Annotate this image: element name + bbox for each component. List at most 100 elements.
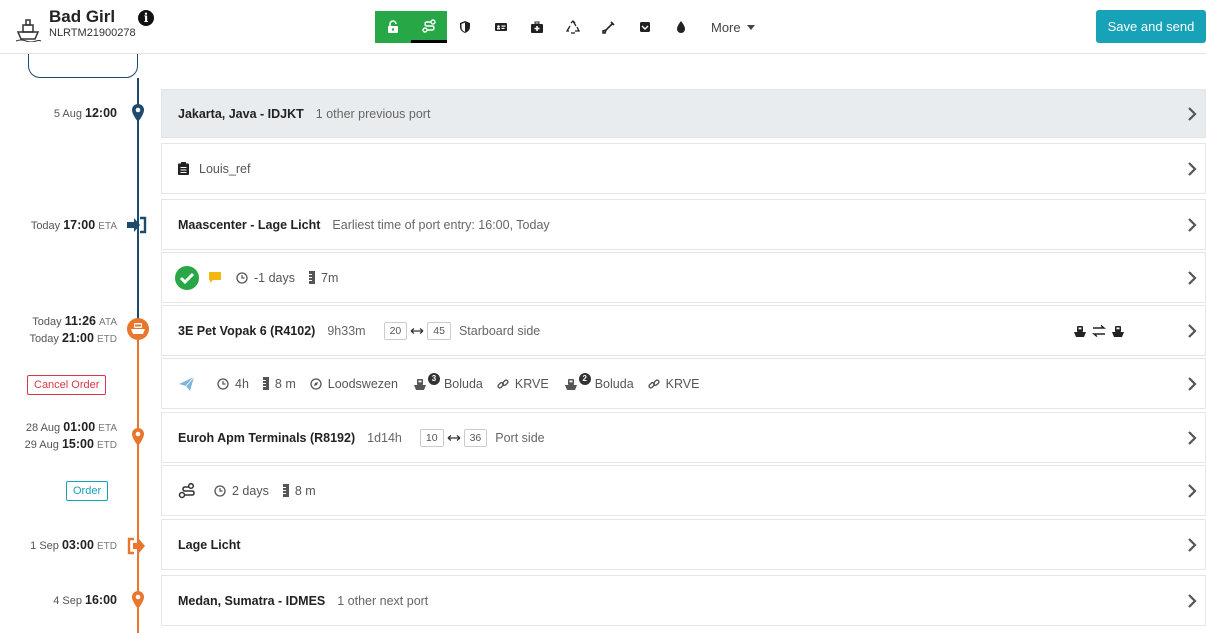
chevron-right-icon	[1188, 270, 1197, 285]
draft-icon	[282, 484, 289, 497]
header: Bad Girl NLRTM21900278 i More Save and s…	[0, 0, 1206, 54]
paper-plane-icon	[179, 376, 195, 391]
tug-transfer-indicator	[1072, 324, 1126, 338]
ship-id: NLRTM21900278	[49, 27, 136, 39]
compass-icon	[310, 377, 322, 390]
port-entry-details-row[interactable]: -1 days 7m	[161, 252, 1206, 303]
tug-icon	[1112, 325, 1124, 337]
medical-button[interactable]	[591, 11, 627, 43]
previous-port-title: Jakarta, Java - IDJKT	[178, 106, 304, 121]
more-label: More	[711, 19, 741, 35]
chevron-right-icon	[1188, 483, 1197, 498]
tug-badge: 3	[412, 372, 440, 391]
tug-service-1: 3 Boluda	[412, 372, 483, 391]
ship-berth-icon	[127, 318, 149, 340]
recycle-icon	[566, 20, 580, 34]
berth-1-side: Starboard side	[458, 323, 541, 338]
port-entry-row[interactable]: Maascenter - Lage Licht Earliest time of…	[161, 199, 1206, 250]
berth-2-title: Euroh Apm Terminals (R8192)	[178, 430, 356, 445]
berth-1-from-bollard: 20	[383, 321, 408, 340]
port-entry-title: Maascenter - Lage Licht	[178, 217, 321, 232]
exchange-icon	[1092, 324, 1106, 337]
route-icon	[178, 482, 195, 498]
reference-item: Louis_ref	[178, 162, 250, 176]
check-circle-icon	[175, 265, 199, 290]
clock-icon	[217, 377, 229, 390]
route-button[interactable]	[411, 11, 447, 43]
next-port-title: Medan, Sumatra - IDMES	[178, 593, 326, 608]
berth-1-services-row[interactable]: 4h 8 m Loodswezen 3 Boluda KRVE 2 Boluda…	[161, 358, 1206, 409]
berth-2-from-bollard: 10	[419, 428, 444, 447]
berth-2-services-duration: 2 days	[214, 484, 269, 498]
berth-2-services-draft: 8 m	[282, 484, 316, 498]
draft-icon	[262, 377, 269, 390]
sign-out-icon	[127, 537, 145, 555]
timeline-line-future	[137, 328, 139, 633]
sign-in-icon	[127, 216, 147, 234]
chevron-right-icon	[1188, 161, 1197, 176]
map-marker-icon	[132, 104, 144, 122]
berth-1-duration: 9h33m	[327, 323, 366, 338]
berth-2-services-row[interactable]: 2 days 8 m	[161, 465, 1206, 516]
id-card-icon	[495, 23, 507, 31]
order-button[interactable]: Order	[66, 481, 109, 501]
inbox-icon	[640, 22, 650, 32]
berth-2-side: Port side	[495, 430, 545, 445]
route-icon	[422, 18, 436, 33]
timeline-label-next-port: 4 Sep 16:00	[53, 593, 117, 607]
map-marker-icon	[132, 591, 144, 609]
toolbar: More	[375, 11, 755, 43]
berth-1-services-draft: 8 m	[262, 377, 296, 391]
chevron-right-icon	[1188, 537, 1197, 552]
chevron-right-icon	[1188, 323, 1197, 338]
security-button[interactable]	[447, 11, 483, 43]
next-port-row[interactable]: Medan, Sumatra - IDMES 1 other next port	[161, 575, 1206, 626]
berth-1-services-duration: 4h	[217, 377, 249, 391]
reference-text: Louis_ref	[199, 161, 251, 176]
berth-1-title: 3E Pet Vopak 6 (R4102)	[178, 323, 316, 338]
port-entry-sub: Earliest time of port entry: 16:00, Toda…	[332, 217, 550, 232]
chevron-right-icon	[1188, 217, 1197, 232]
ship-icon	[15, 19, 42, 42]
previous-port-sub: 1 other previous port	[315, 106, 431, 121]
ship-name: Bad Girl	[49, 7, 116, 26]
timeline-label-entry: Today 17:00 ETA	[30, 218, 117, 232]
clock-icon	[214, 484, 226, 497]
unlock-button[interactable]	[375, 11, 411, 43]
chevron-right-icon	[1188, 376, 1197, 391]
entry-duration: -1 days	[236, 271, 295, 285]
berth-1-to-bollard: 45	[427, 321, 451, 340]
timeline-label-berth2-arrival: 28 Aug 01:00 ETA	[25, 420, 117, 434]
save-and-send-button[interactable]: Save and send	[1096, 10, 1206, 43]
tug-badge: 2	[563, 372, 591, 391]
timeline-label-berth2-departure: 29 Aug 15:00 ETD	[24, 437, 117, 451]
info-icon[interactable]: i	[138, 10, 154, 26]
port-exit-title: Lage Licht	[178, 537, 241, 552]
stores-button[interactable]	[627, 11, 663, 43]
timeline-label-berth1-arrival: Today 11:26 ATA	[32, 314, 117, 328]
previous-port-row[interactable]: Jakarta, Java - IDJKT 1 other previous p…	[161, 89, 1206, 138]
bunker-button[interactable]	[663, 11, 699, 43]
timeline-label-exit: 1 Sep 03:00 ETD	[30, 538, 117, 552]
medkit-icon	[531, 21, 543, 33]
waste-button[interactable]	[555, 11, 591, 43]
reference-row[interactable]: Louis_ref	[161, 143, 1206, 194]
crew-button[interactable]	[483, 11, 519, 43]
cancel-order-button[interactable]: Cancel Order	[27, 375, 107, 395]
berth-visit-row-1[interactable]: 3E Pet Vopak 6 (R4102) 9h33m 20 45 Starb…	[161, 305, 1206, 356]
health-button[interactable]	[519, 11, 555, 43]
syringe-icon	[602, 21, 615, 34]
mooring-service-1: KRVE	[497, 377, 549, 391]
tug-icon	[413, 378, 426, 390]
port-exit-row[interactable]: Lage Licht	[161, 519, 1206, 570]
link-icon	[497, 378, 509, 389]
berth-2-duration: 1d14h	[367, 430, 402, 445]
berth-visit-row-2[interactable]: Euroh Apm Terminals (R8192) 1d14h 10 36 …	[161, 412, 1206, 463]
fire-icon	[677, 21, 685, 33]
comment-icon	[209, 272, 221, 283]
clock-icon	[236, 271, 248, 284]
tug-icon	[564, 378, 577, 390]
draft-icon	[309, 271, 315, 284]
berth-2-to-bollard: 36	[463, 428, 488, 447]
more-dropdown[interactable]: More	[699, 11, 755, 43]
